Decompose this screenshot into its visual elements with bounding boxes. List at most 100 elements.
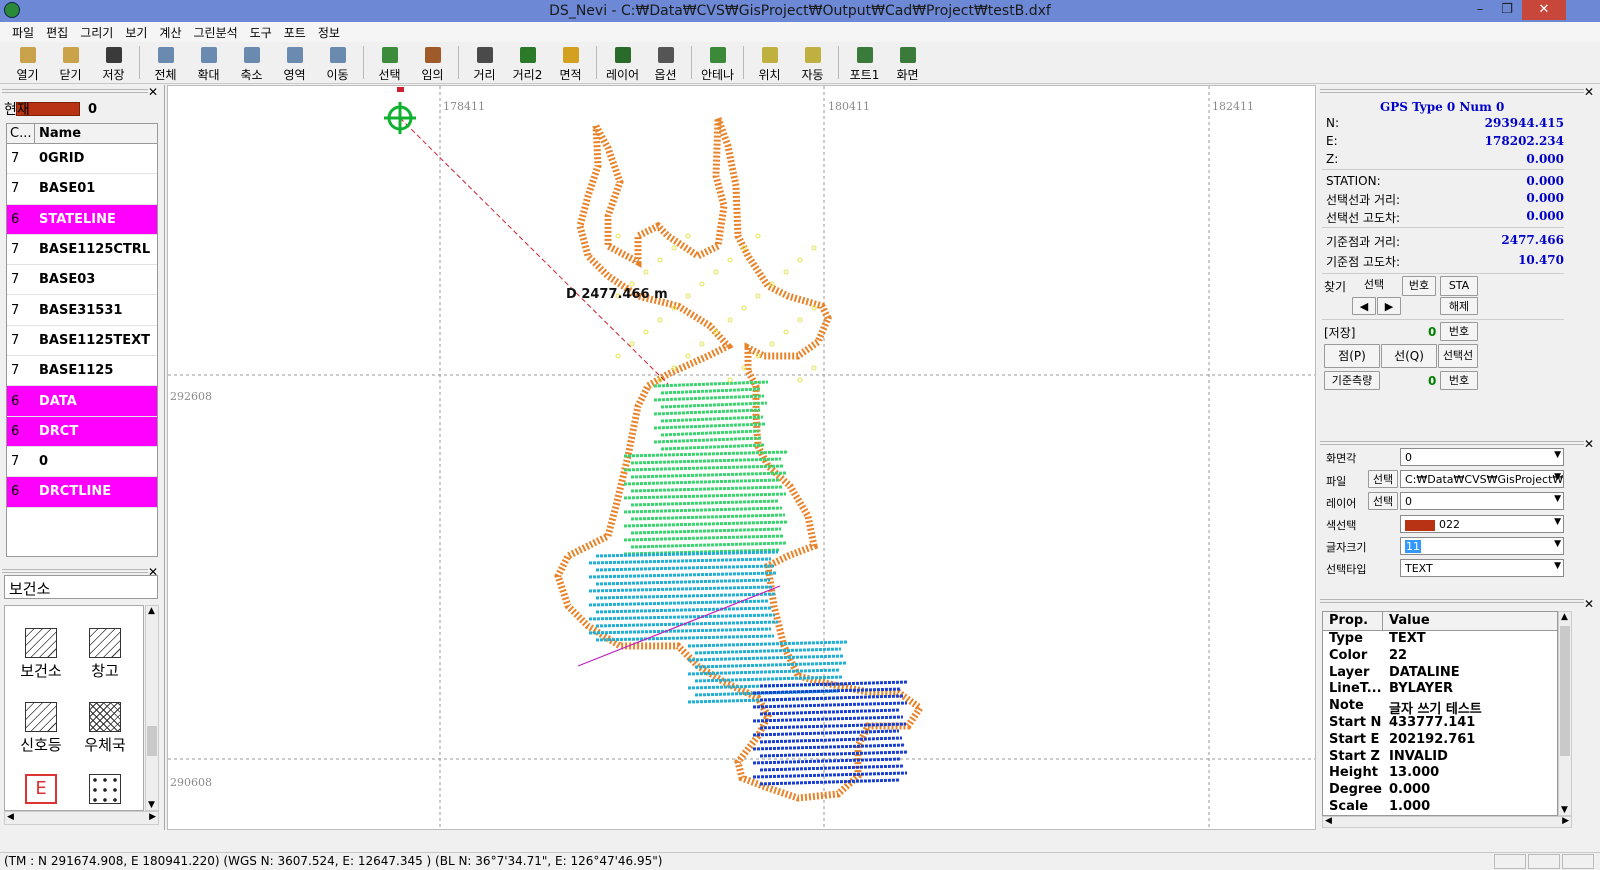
menu-item[interactable]: 편집 <box>40 22 74 42</box>
property-row[interactable]: Degree 0.000 <box>1323 782 1557 799</box>
toolbar-button[interactable]: 포트1 <box>843 42 886 83</box>
scroll-down-icon[interactable]: ▼ <box>1561 805 1568 815</box>
menu-item[interactable]: 정보 <box>312 22 346 42</box>
toolbar-button[interactable]: 옵션 <box>644 42 687 83</box>
find-sta-button[interactable]: STA <box>1440 276 1478 296</box>
close-icon[interactable]: ✕ <box>1584 597 1594 611</box>
toolbar-button[interactable]: 전체 <box>144 42 187 83</box>
layer-row[interactable]: 7 BASE1125 <box>7 356 157 387</box>
restore-icon[interactable]: ❐ <box>1494 0 1520 20</box>
close-icon[interactable]: ✕ <box>1584 85 1594 99</box>
symbol-item[interactable]: 보건소 <box>11 628 71 681</box>
vertical-scrollbar[interactable]: ▲ ▼ <box>1558 611 1572 816</box>
map-canvas[interactable]: 178411 180411 182411 292608 290608 D 247… <box>167 85 1316 830</box>
menu-item[interactable]: 보기 <box>119 22 153 42</box>
scroll-thumb[interactable] <box>1560 626 1570 756</box>
save-number-button[interactable]: 번호 <box>1440 322 1478 341</box>
color-select[interactable]: 022 ▼ <box>1400 515 1564 533</box>
menu-item[interactable]: 도구 <box>244 22 278 42</box>
prev-button[interactable]: ◀ <box>1352 297 1376 315</box>
property-row[interactable]: Color 22 <box>1323 648 1557 665</box>
layer-row[interactable]: 7 BASE1125CTRL <box>7 235 157 266</box>
chevron-down-icon[interactable]: ▼ <box>1554 494 1561 504</box>
panel-grip[interactable] <box>1320 89 1584 93</box>
column-header-name[interactable]: Name <box>35 124 157 143</box>
toolbar-button[interactable]: 면적 <box>549 42 592 83</box>
menu-item[interactable]: 계산 <box>153 22 187 42</box>
layer-row[interactable]: 7 BASE31531 <box>7 295 157 326</box>
toolbar-button[interactable]: 축소 <box>230 42 273 83</box>
minimize-icon[interactable]: – <box>1467 0 1493 20</box>
menu-item[interactable]: 포트 <box>278 22 312 42</box>
close-icon[interactable]: ✕ <box>1522 0 1566 20</box>
close-icon[interactable]: ✕ <box>1584 437 1594 451</box>
column-header-value[interactable]: Value <box>1383 612 1436 630</box>
layer-row[interactable]: 6 STATELINE <box>7 204 157 235</box>
panel-grip[interactable] <box>1320 441 1584 445</box>
property-row[interactable]: Type TEXT <box>1323 631 1557 648</box>
point-button[interactable]: 점(P) <box>1324 344 1380 368</box>
panel-grip[interactable] <box>2 569 148 573</box>
toolbar-button[interactable]: 저장 <box>92 42 135 83</box>
layer-row[interactable]: 7 BASE03 <box>7 265 157 296</box>
ref-number-button[interactable]: 번호 <box>1440 371 1478 390</box>
scroll-right-icon[interactable]: ▶ <box>149 812 156 822</box>
seltype-select[interactable]: TEXT ▼ <box>1400 559 1564 577</box>
symbol-item[interactable]: 창고 <box>75 628 135 681</box>
vertical-scrollbar[interactable]: ▲ ▼ <box>145 605 159 811</box>
layer-row[interactable]: 6 DRCT <box>7 416 157 447</box>
horizontal-scrollbar[interactable]: ◀ ▶ <box>4 811 159 825</box>
find-select-button[interactable]: 선택 <box>1348 276 1400 296</box>
toolbar-button[interactable]: 자동 <box>791 42 834 83</box>
menu-item[interactable]: 파일 <box>6 22 40 42</box>
chevron-down-icon[interactable]: ▼ <box>1554 472 1561 482</box>
property-row[interactable]: Note 글자 쓰기 테스트 <box>1323 698 1557 717</box>
scroll-down-icon[interactable]: ▼ <box>148 800 155 810</box>
chevron-down-icon[interactable]: ▼ <box>1554 517 1561 527</box>
scroll-right-icon[interactable]: ▶ <box>1562 816 1569 826</box>
reference-survey-button[interactable]: 기준측량 <box>1324 371 1380 390</box>
toolbar-button[interactable]: 화면 <box>886 42 929 83</box>
symbol-item[interactable]: E <box>11 774 71 806</box>
find-number-button[interactable]: 번호 <box>1402 276 1436 296</box>
toolbar-button[interactable]: 닫기 <box>49 42 92 83</box>
map-drawing[interactable]: 178411 180411 182411 292608 290608 D 247… <box>168 86 1316 830</box>
scroll-left-icon[interactable]: ◀ <box>1325 816 1332 826</box>
scroll-thumb[interactable] <box>147 726 157 756</box>
panel-grip[interactable] <box>1320 599 1584 603</box>
angle-select[interactable]: 0 ▼ <box>1400 448 1564 466</box>
column-header-prop[interactable]: Prop. <box>1323 612 1383 630</box>
fontsize-select[interactable]: 11 ▼ <box>1400 537 1564 555</box>
toolbar-button[interactable]: 레이어 <box>601 42 644 83</box>
toolbar-button[interactable]: 임의 <box>411 42 454 83</box>
property-row[interactable]: Height 13.000 <box>1323 765 1557 782</box>
property-row[interactable]: Layer DATALINE <box>1323 665 1557 682</box>
chevron-down-icon[interactable]: ▼ <box>1554 539 1561 549</box>
layer-row[interactable]: 7 0GRID <box>7 144 157 175</box>
close-icon[interactable]: ✕ <box>148 85 158 99</box>
toolbar-button[interactable]: 안테나 <box>696 42 739 83</box>
toolbar-button[interactable]: 영역 <box>273 42 316 83</box>
layer-row[interactable]: 70 <box>7 447 157 478</box>
layer-row[interactable]: 6 DATA <box>7 386 157 417</box>
menu-item[interactable]: 그리기 <box>74 22 119 42</box>
symbol-item[interactable]: 신호등 <box>11 702 71 755</box>
layer-select-button[interactable]: 선택 <box>1368 492 1398 510</box>
toolbar-button[interactable]: 이동 <box>316 42 359 83</box>
chevron-down-icon[interactable]: ▼ <box>1554 561 1561 571</box>
layer-row[interactable]: 6 DRCTLINE <box>7 477 157 508</box>
property-row[interactable]: Scale 1.000 <box>1323 799 1557 815</box>
release-button[interactable]: 해제 <box>1440 297 1478 315</box>
scroll-up-icon[interactable]: ▲ <box>148 606 155 616</box>
toolbar-button[interactable]: 열기 <box>6 42 49 83</box>
layer-row[interactable]: 7 BASE1125TEXT <box>7 326 157 357</box>
toolbar-button[interactable]: 확대 <box>187 42 230 83</box>
file-select-button[interactable]: 선택 <box>1368 470 1398 488</box>
selected-line-button[interactable]: 선택선 <box>1438 344 1478 368</box>
line-button[interactable]: 선(Q) <box>1381 344 1437 368</box>
symbol-search-input[interactable]: 보건소 <box>4 575 158 599</box>
scroll-up-icon[interactable]: ▲ <box>1561 612 1568 622</box>
menu-item[interactable]: 그린분석 <box>188 22 244 42</box>
scroll-left-icon[interactable]: ◀ <box>7 812 14 822</box>
symbol-item[interactable] <box>75 774 135 806</box>
